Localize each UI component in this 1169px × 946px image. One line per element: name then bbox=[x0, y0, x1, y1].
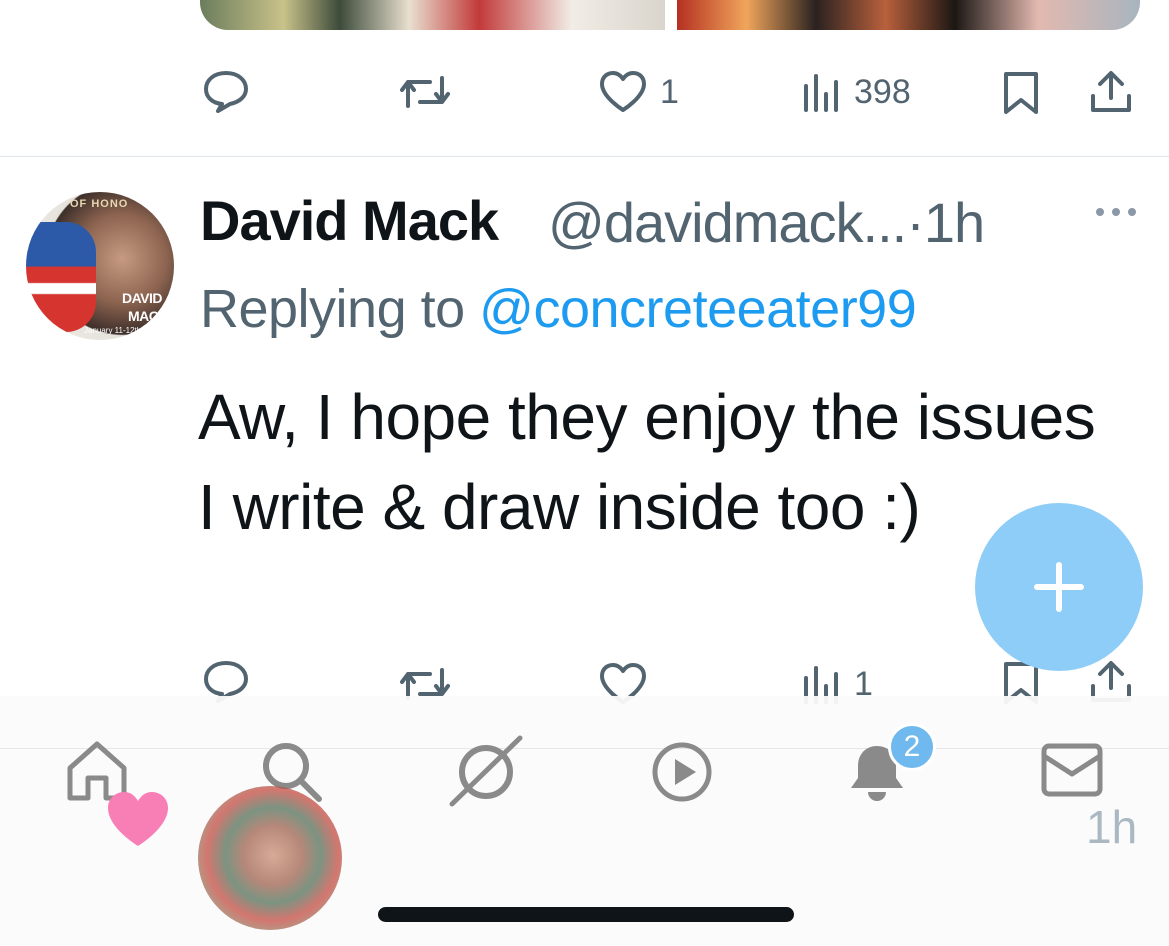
reply-button[interactable] bbox=[202, 70, 250, 114]
replying-to-line: Replying to @concreteeater99 bbox=[200, 278, 917, 340]
replying-to-mention[interactable]: @concreteeater99 bbox=[479, 279, 917, 339]
tab-messages[interactable] bbox=[1040, 742, 1104, 803]
tweet-text: Aw, I hope they enjoy the issues I write… bbox=[198, 381, 1096, 543]
author-handle[interactable]: @davidmack... bbox=[548, 191, 907, 254]
compose-tweet-button[interactable] bbox=[975, 503, 1143, 671]
speech-bubble-icon bbox=[204, 71, 248, 113]
author-handle-line: @davidmack...·1h bbox=[548, 190, 985, 255]
avatar-name-line1: DAVID bbox=[122, 290, 163, 306]
tweet-divider bbox=[0, 156, 1169, 157]
mail-icon bbox=[1041, 743, 1103, 797]
tweet-time[interactable]: 1h bbox=[924, 191, 985, 254]
author-name[interactable]: David Mack bbox=[200, 188, 499, 253]
notifications-badge: 2 bbox=[888, 723, 936, 771]
replying-to-prefix: Replying to bbox=[200, 279, 480, 339]
retweet-button[interactable] bbox=[398, 72, 452, 112]
floating-user-avatar[interactable] bbox=[198, 786, 342, 930]
avatar-name-line2: MACK bbox=[128, 308, 169, 324]
like-button[interactable]: 1 bbox=[598, 70, 679, 114]
share-button[interactable] bbox=[1088, 68, 1134, 114]
dot-separator: · bbox=[906, 191, 925, 254]
more-dots-icon bbox=[1096, 208, 1136, 216]
bookmark-icon bbox=[1004, 72, 1038, 114]
tab-video[interactable] bbox=[650, 740, 714, 809]
pink-heart-icon bbox=[106, 790, 170, 853]
media-gap bbox=[665, 0, 677, 30]
avatar-shield-graphic bbox=[26, 222, 96, 332]
views-count: 398 bbox=[854, 72, 911, 111]
media-image-right[interactable] bbox=[677, 0, 1140, 30]
tab-bar-divider bbox=[0, 748, 1169, 749]
tab-spaces[interactable] bbox=[446, 734, 526, 813]
views-chart-icon bbox=[804, 74, 838, 112]
spaces-icon bbox=[449, 735, 523, 807]
previous-tweet-media[interactable] bbox=[200, 0, 1140, 30]
more-options-button[interactable] bbox=[1094, 205, 1138, 223]
retweet-icon bbox=[400, 76, 450, 108]
views-button[interactable]: 398 bbox=[802, 72, 911, 112]
avatar-banner-text: OF HONO bbox=[70, 198, 129, 210]
heart-outline-icon bbox=[600, 71, 646, 112]
home-indicator[interactable] bbox=[378, 907, 794, 922]
faded-time-label: 1h bbox=[1086, 801, 1138, 853]
bookmark-button[interactable] bbox=[1002, 70, 1040, 116]
like-count: 1 bbox=[660, 72, 679, 111]
plus-icon bbox=[1034, 562, 1084, 612]
avatar-date-text: January 11-12th bbox=[84, 326, 142, 335]
media-image-left[interactable] bbox=[200, 0, 665, 30]
share-icon bbox=[1091, 71, 1131, 112]
play-circle-icon bbox=[652, 742, 712, 802]
author-avatar[interactable]: OF HONO DAVID MACK January 11-12th bbox=[26, 192, 174, 340]
